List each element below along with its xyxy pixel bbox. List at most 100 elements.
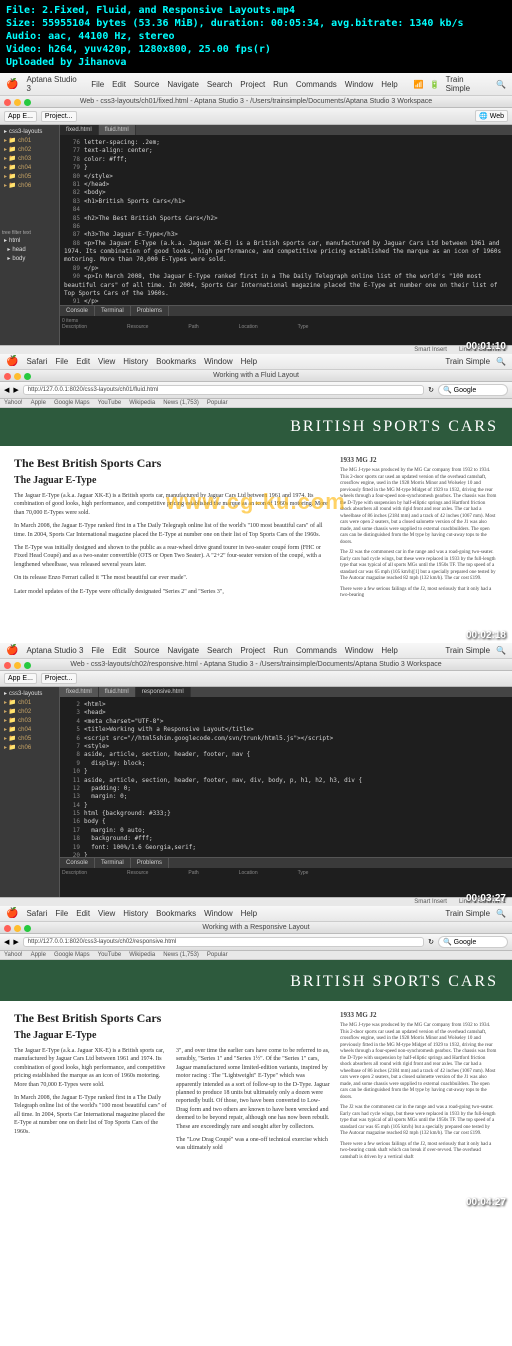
apple-icon[interactable]: 🍎 bbox=[6, 908, 18, 919]
page-content[interactable]: BRITISH SPORTS CARS The Best British Spo… bbox=[0, 960, 512, 1210]
folder-ch05[interactable]: ▸ 📁 ch05 bbox=[2, 172, 57, 181]
menu-commands[interactable]: Commands bbox=[296, 80, 337, 89]
bookmark-youtube[interactable]: YouTube bbox=[98, 400, 122, 406]
minimize-button[interactable] bbox=[14, 373, 21, 380]
folder-ch01[interactable]: ▸ 📁 ch01 bbox=[2, 698, 57, 707]
project-explorer[interactable]: ▸ css3-layouts ▸ 📁 ch01 ▸ 📁 ch02 ▸ 📁 ch0… bbox=[0, 687, 60, 897]
project-explorer[interactable]: ▸ css3-layouts ▸ 📁 ch01 ▸ 📁 ch02 ▸ 📁 ch0… bbox=[0, 125, 60, 345]
console-tab[interactable]: Console bbox=[60, 306, 95, 316]
menu-safari[interactable]: Safari bbox=[26, 357, 47, 366]
menu-file[interactable]: File bbox=[55, 357, 68, 366]
apple-icon[interactable]: 🍎 bbox=[6, 79, 18, 90]
search-field[interactable]: 🔍 Google bbox=[438, 936, 508, 948]
problems-tab[interactable]: Problems bbox=[131, 306, 169, 316]
folder-ch06[interactable]: ▸ 📁 ch06 bbox=[2, 743, 57, 752]
menu-project[interactable]: Project bbox=[240, 80, 265, 89]
menu-edit[interactable]: Edit bbox=[112, 80, 126, 89]
close-button[interactable] bbox=[4, 925, 11, 932]
project-button[interactable]: Project... bbox=[41, 673, 77, 684]
app-explorer-button[interactable]: App E... bbox=[4, 673, 37, 684]
mac-menubar-safari[interactable]: 🍎 Safari File Edit View History Bookmark… bbox=[0, 354, 512, 370]
menu-edit[interactable]: Edit bbox=[76, 357, 90, 366]
wifi-icon[interactable]: 📶 bbox=[414, 80, 424, 89]
user-label[interactable]: Train Simple bbox=[445, 357, 490, 366]
reload-button[interactable]: ↻ bbox=[428, 386, 434, 394]
menu-window[interactable]: Window bbox=[204, 357, 232, 366]
menu-view[interactable]: View bbox=[98, 357, 115, 366]
tab-fixed[interactable]: fixed.html bbox=[60, 687, 99, 697]
project-root[interactable]: ▸ css3-layouts bbox=[2, 127, 57, 136]
forward-button[interactable]: ▶ bbox=[13, 386, 18, 394]
back-button[interactable]: ◀ bbox=[4, 386, 9, 394]
tab-fixed[interactable]: fixed.html bbox=[60, 125, 99, 135]
url-field[interactable]: http://127.0.0.1:8020/css3-layouts/ch01/… bbox=[23, 385, 424, 395]
user-label[interactable]: Train Simple bbox=[446, 75, 490, 93]
folder-ch03[interactable]: ▸ 📁 ch03 bbox=[2, 154, 57, 163]
menu-file[interactable]: File bbox=[91, 80, 104, 89]
folder-ch06[interactable]: ▸ 📁 ch06 bbox=[2, 181, 57, 190]
spotlight-icon[interactable]: 🔍 bbox=[496, 80, 506, 89]
menu-run[interactable]: Run bbox=[273, 80, 288, 89]
reload-button[interactable]: ↻ bbox=[428, 938, 434, 946]
bookmark-maps[interactable]: Google Maps bbox=[54, 400, 90, 406]
bookmark-news[interactable]: News (1,753) bbox=[163, 400, 199, 406]
bookmark-yahoo[interactable]: Yahoo! bbox=[4, 400, 23, 406]
page-content[interactable]: BRITISH SPORTS CARS The Best British Spo… bbox=[0, 408, 512, 643]
terminal-tab[interactable]: Terminal bbox=[95, 858, 131, 868]
menu-window[interactable]: Window bbox=[345, 80, 373, 89]
folder-ch01[interactable]: ▸ 📁 ch01 bbox=[2, 136, 57, 145]
folder-ch04[interactable]: ▸ 📁 ch04 bbox=[2, 725, 57, 734]
zoom-button[interactable] bbox=[24, 925, 31, 932]
zoom-button[interactable] bbox=[24, 99, 31, 106]
outline-head[interactable]: ▸ head bbox=[2, 245, 57, 254]
minimize-button[interactable] bbox=[14, 662, 21, 669]
app-explorer-button[interactable]: App E... bbox=[4, 111, 37, 122]
outline-body[interactable]: ▸ body bbox=[2, 254, 57, 263]
project-root[interactable]: ▸ css3-layouts bbox=[2, 689, 57, 698]
code-editor[interactable]: 2<html> 3<head> 4<meta charset="UTF-8"> … bbox=[60, 697, 512, 857]
zoom-button[interactable] bbox=[24, 373, 31, 380]
menu-search[interactable]: Search bbox=[207, 80, 232, 89]
url-field[interactable]: http://127.0.0.1:8020/css3-layouts/ch02/… bbox=[23, 937, 424, 947]
menu-app[interactable]: Aptana Studio 3 bbox=[26, 75, 83, 93]
search-field[interactable]: 🔍 Google bbox=[438, 384, 508, 396]
zoom-button[interactable] bbox=[24, 662, 31, 669]
problems-tab[interactable]: Problems bbox=[131, 858, 169, 868]
folder-ch04[interactable]: ▸ 📁 ch04 bbox=[2, 163, 57, 172]
back-button[interactable]: ◀ bbox=[4, 938, 9, 946]
battery-icon[interactable]: 🔋 bbox=[430, 80, 440, 89]
bookmark-wikipedia[interactable]: Wikipedia bbox=[129, 400, 155, 406]
outline-html[interactable]: ▸ html bbox=[2, 236, 57, 245]
bookmark-popular[interactable]: Popular bbox=[207, 400, 228, 406]
problems-panel[interactable]: Description Resource Path Location Type bbox=[60, 868, 512, 897]
bookmark-apple[interactable]: Apple bbox=[31, 400, 46, 406]
mac-menubar[interactable]: 🍎 Aptana Studio 3 File Edit Source Navig… bbox=[0, 643, 512, 659]
minimize-button[interactable] bbox=[14, 99, 21, 106]
folder-ch02[interactable]: ▸ 📁 ch02 bbox=[2, 707, 57, 716]
code-editor[interactable]: 76letter-spacing: .2em; 77text-align: ce… bbox=[60, 135, 512, 305]
project-button[interactable]: Project... bbox=[41, 111, 77, 122]
menu-bookmarks[interactable]: Bookmarks bbox=[156, 357, 196, 366]
terminal-tab[interactable]: Terminal bbox=[95, 306, 131, 316]
tab-fluid[interactable]: fluid.html bbox=[99, 687, 136, 697]
tab-responsive[interactable]: responsive.html bbox=[136, 687, 191, 697]
close-button[interactable] bbox=[4, 373, 11, 380]
close-button[interactable] bbox=[4, 662, 11, 669]
close-button[interactable] bbox=[4, 99, 11, 106]
menu-source[interactable]: Source bbox=[134, 80, 159, 89]
apple-icon[interactable]: 🍎 bbox=[6, 356, 18, 367]
folder-ch02[interactable]: ▸ 📁 ch02 bbox=[2, 145, 57, 154]
menu-navigate[interactable]: Navigate bbox=[167, 80, 199, 89]
problems-panel[interactable]: 0 items Description Resource Path Locati… bbox=[60, 316, 512, 345]
forward-button[interactable]: ▶ bbox=[13, 938, 18, 946]
menu-help[interactable]: Help bbox=[241, 357, 257, 366]
tab-fluid[interactable]: fluid.html bbox=[99, 125, 136, 135]
mac-menubar-safari[interactable]: 🍎 Safari File Edit View History Bookmark… bbox=[0, 906, 512, 922]
folder-ch03[interactable]: ▸ 📁 ch03 bbox=[2, 716, 57, 725]
mac-menubar[interactable]: 🍎 Aptana Studio 3 File Edit Source Navig… bbox=[0, 73, 512, 96]
menu-help[interactable]: Help bbox=[381, 80, 397, 89]
folder-ch05[interactable]: ▸ 📁 ch05 bbox=[2, 734, 57, 743]
console-tab[interactable]: Console bbox=[60, 858, 95, 868]
minimize-button[interactable] bbox=[14, 925, 21, 932]
apple-icon[interactable]: 🍎 bbox=[6, 645, 18, 656]
